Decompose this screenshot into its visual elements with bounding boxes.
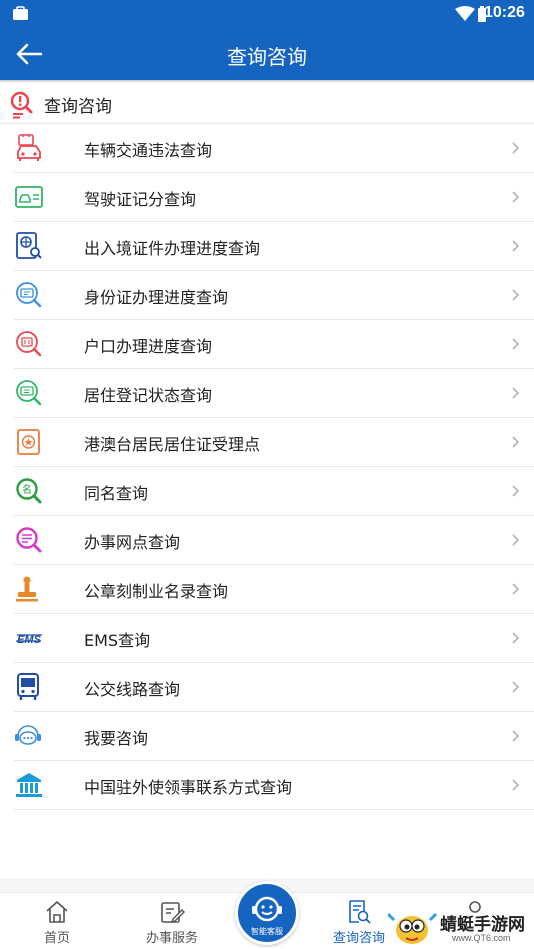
tab-services[interactable]: 办事服务 <box>127 899 217 946</box>
home-icon <box>46 901 68 923</box>
query-list: 车辆交通违法查询 驾驶证记分查询 出入境证件办理进度查询 身份证办理进度查询 户… <box>0 124 534 810</box>
chevron-right-icon <box>512 632 520 644</box>
query-header-icon <box>10 91 33 119</box>
list-item-label: 出入境证件办理进度查询 <box>84 239 261 258</box>
list-item-same-name[interactable]: 名 同名查询 <box>14 467 534 516</box>
list-item-id-card-progress[interactable]: 身份证办理进度查询 <box>14 271 534 320</box>
tab-query-label: 查询咨询 <box>332 931 385 946</box>
list-item-label: 居住登记状态查询 <box>84 386 213 405</box>
same-name-icon: 名 <box>16 478 42 504</box>
residence-search-icon <box>16 380 42 406</box>
list-item-consult[interactable]: 我要咨询 <box>14 712 534 761</box>
bus-icon <box>17 673 39 700</box>
chevron-right-icon <box>512 583 520 595</box>
smart-assistant-label: 智能客服 <box>251 927 283 936</box>
list-item-label: 车辆交通违法查询 <box>84 141 213 160</box>
dragonfly-mascot-icon <box>388 912 438 944</box>
list-item-bus-route[interactable]: 公交线路查询 <box>14 663 534 712</box>
tab-services-label: 办事服务 <box>145 931 198 946</box>
hk-macao-taiwan-icon <box>17 429 40 455</box>
list-item-label: 港澳台居民居住证受理点 <box>84 435 261 454</box>
household-search-icon <box>16 331 42 357</box>
section-title: 查询咨询 <box>44 97 112 117</box>
chevron-right-icon <box>512 142 520 154</box>
chevron-right-icon <box>512 779 520 791</box>
list-item-embassy-contact[interactable]: 中国驻外使领事联系方式查询 <box>14 761 534 810</box>
status-bar: 10:26 <box>0 0 534 28</box>
list-item-label: 办事网点查询 <box>84 533 181 552</box>
chat-icon <box>15 725 41 745</box>
chevron-right-icon <box>512 485 520 497</box>
list-item-service-point[interactable]: 办事网点查询 <box>14 516 534 565</box>
list-item-label: 公章刻制业名录查询 <box>84 582 229 601</box>
driver-license-icon <box>15 186 43 208</box>
list-item-label: 公交线路查询 <box>84 680 181 699</box>
chevron-right-icon <box>512 534 520 546</box>
list-item-hk-macao-taiwan-permit[interactable]: 港澳台居民居住证受理点 <box>14 418 534 467</box>
ems-icon: EMS <box>16 634 42 646</box>
id-card-search-icon <box>16 282 42 308</box>
chevron-right-icon <box>512 436 520 448</box>
watermark-title: 蜻蜓手游网 <box>440 915 525 935</box>
assistant-face-icon <box>252 896 282 922</box>
svg-text:名: 名 <box>22 483 32 496</box>
list-item-label: 同名查询 <box>84 484 149 503</box>
smart-assistant-button[interactable]: 智能客服 <box>235 881 299 945</box>
list-item-label: 中国驻外使领事联系方式查询 <box>84 778 293 797</box>
chevron-right-icon <box>512 730 520 742</box>
chevron-right-icon <box>512 240 520 252</box>
list-item-label: 身份证办理进度查询 <box>84 288 229 307</box>
watermark: 蜻蜓手游网 www.QT6.com <box>388 906 534 949</box>
watermark-url: www.QT6.com <box>452 933 511 943</box>
chevron-right-icon <box>512 681 520 693</box>
list-item-passport-progress[interactable]: 出入境证件办理进度查询 <box>14 222 534 271</box>
car-violation-icon <box>17 134 41 161</box>
chevron-right-icon <box>512 338 520 350</box>
wifi-icon <box>455 6 475 21</box>
status-time: 10:26 <box>484 4 525 21</box>
passport-search-icon <box>16 232 42 259</box>
chevron-right-icon <box>512 289 520 301</box>
chevron-right-icon <box>512 191 520 203</box>
list-item-label: EMS查询 <box>84 631 151 650</box>
service-point-icon <box>16 527 42 553</box>
list-item-ems[interactable]: EMS EMS查询 <box>14 614 534 663</box>
app-bar: 查询咨询 <box>0 28 534 80</box>
list-item-household-progress[interactable]: 户口办理进度查询 <box>14 320 534 369</box>
query-doc-icon <box>349 900 371 924</box>
tab-home-label: 首页 <box>43 931 70 946</box>
list-item-label: 我要咨询 <box>84 729 149 748</box>
list-item-car-violation[interactable]: 车辆交通违法查询 <box>14 124 534 173</box>
list-item-driver-license[interactable]: 驾驶证记分查询 <box>14 173 534 222</box>
section-header: 查询咨询 <box>0 84 534 124</box>
app-bar-shadow <box>0 80 534 83</box>
tab-home[interactable]: 首页 <box>12 899 102 946</box>
list-item-residence-status[interactable]: 居住登记状态查询 <box>14 369 534 418</box>
list-item-label: 户口办理进度查询 <box>84 337 213 356</box>
list-item-label: 驾驶证记分查询 <box>84 190 197 209</box>
list-item-seal-directory[interactable]: 公章刻制业名录查询 <box>14 565 534 614</box>
page-title: 查询咨询 <box>227 45 307 69</box>
svg-text:EMS: EMS <box>17 634 42 646</box>
chevron-right-icon <box>512 387 520 399</box>
notification-bag-icon <box>13 6 28 20</box>
embassy-icon <box>16 773 42 797</box>
service-edit-icon <box>161 902 185 924</box>
seal-icon <box>16 576 38 602</box>
